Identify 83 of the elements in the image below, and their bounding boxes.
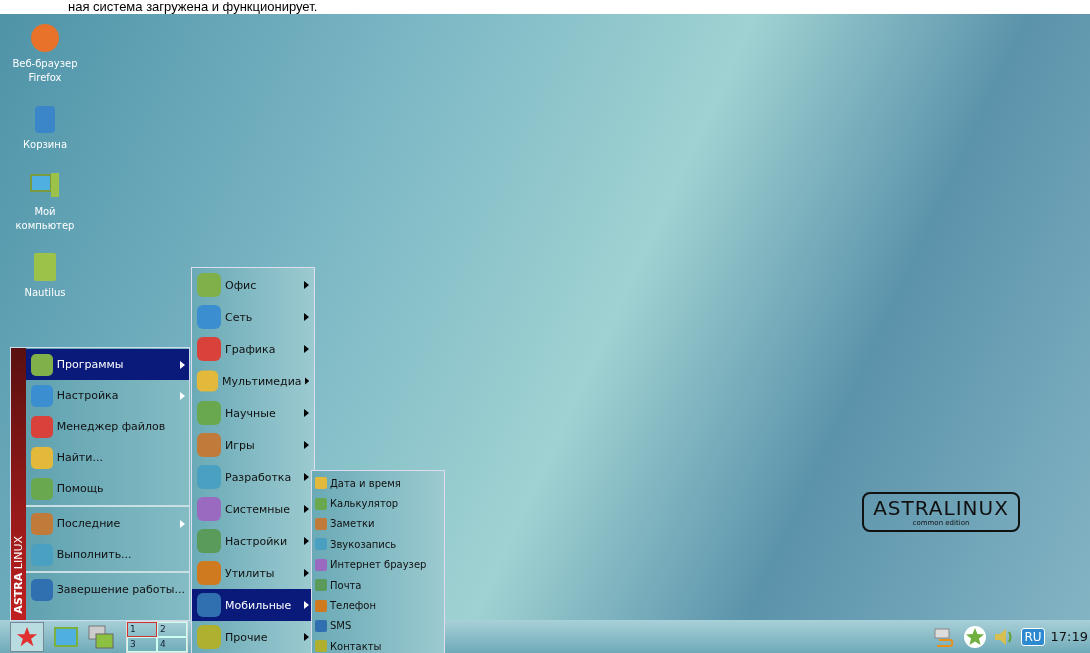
- menu-item[interactable]: Калькулятор: [315, 493, 441, 514]
- submenu-arrow-icon: [304, 345, 309, 353]
- app-icon: [315, 497, 327, 510]
- app-icon: [196, 304, 222, 330]
- windows-icon[interactable]: [88, 624, 114, 649]
- menu-item[interactable]: Найти...: [25, 442, 189, 473]
- submenu-arrow-icon: [304, 569, 309, 577]
- menu-item[interactable]: Игры: [192, 429, 314, 461]
- app-icon: [196, 464, 222, 490]
- brand-stripe: ASTRA LINUX: [11, 348, 26, 620]
- app-icon: [196, 272, 222, 298]
- submenu-arrow-icon: [304, 633, 309, 641]
- app-icon: [315, 599, 327, 612]
- menu-item[interactable]: Последние: [25, 508, 189, 539]
- app-icon: [196, 528, 222, 554]
- desktop-app-icon[interactable]: [29, 22, 61, 54]
- app-icon: [196, 336, 222, 362]
- app-icon: [196, 560, 222, 586]
- menu-item[interactable]: Интернет браузер: [315, 554, 441, 575]
- menu-item[interactable]: Офис: [192, 269, 314, 301]
- keyboard-layout-indicator[interactable]: RU: [1021, 627, 1045, 646]
- menu-item[interactable]: Утилиты: [192, 557, 314, 589]
- menu-item[interactable]: Заметки: [315, 513, 441, 535]
- app-icon: [29, 577, 54, 602]
- menu-item[interactable]: Выполнить...: [25, 539, 189, 570]
- menu-item[interactable]: Настройки: [192, 525, 314, 557]
- app-icon: [29, 542, 54, 567]
- submenu-arrow-icon: [304, 313, 309, 321]
- desktop-icon[interactable]: [54, 625, 78, 648]
- menu-item[interactable]: Мультимедиа: [192, 365, 314, 397]
- app-icon: [315, 558, 327, 571]
- submenu-arrow-icon: [304, 537, 309, 545]
- app-icon: [196, 432, 222, 458]
- menu-item[interactable]: Помощь: [25, 473, 189, 504]
- menu-item[interactable]: Прочие: [192, 621, 314, 653]
- workspace-cell[interactable]: 3: [127, 636, 157, 652]
- app-icon: [315, 619, 327, 632]
- menu-item[interactable]: Научные: [192, 397, 314, 429]
- clock[interactable]: 17:19: [1050, 629, 1088, 644]
- menu-item[interactable]: Графика: [192, 333, 314, 365]
- menu-item[interactable]: Контакты: [315, 636, 441, 653]
- app-icon: [29, 352, 54, 377]
- app-icon: [315, 538, 327, 551]
- menu-item[interactable]: Мобильные: [192, 589, 314, 621]
- submenu-arrow-icon: [304, 441, 309, 449]
- menu-item[interactable]: Менеджер файлов: [25, 411, 189, 442]
- app-icon: [29, 511, 54, 536]
- app-icon: [29, 414, 54, 439]
- start-button[interactable]: [10, 621, 44, 652]
- menu-item[interactable]: Дата и время: [315, 473, 441, 494]
- workspace-cell[interactable]: 2: [157, 621, 187, 637]
- workspace-cell[interactable]: 1: [127, 621, 157, 637]
- menu-item[interactable]: SMS: [315, 615, 441, 637]
- app-icon: [29, 476, 54, 501]
- app-icon: [315, 517, 327, 530]
- app-icon: [315, 640, 327, 653]
- app-icon: [196, 368, 219, 394]
- workspace-cell[interactable]: 4: [157, 636, 187, 652]
- submenu-arrow-icon: [304, 601, 309, 609]
- app-icon: [196, 624, 222, 650]
- menu-item[interactable]: Разработка: [192, 461, 314, 493]
- menu-item[interactable]: Звукозапись: [315, 534, 441, 555]
- app-icon: [196, 592, 222, 618]
- app-icon: [315, 579, 327, 592]
- menu-item[interactable]: Телефон: [315, 595, 441, 616]
- star-icon: [16, 625, 38, 648]
- submenu-arrow-icon: [304, 281, 309, 289]
- submenu-arrow-icon: [304, 473, 309, 481]
- submenu-arrow-icon: [304, 377, 309, 385]
- update-icon[interactable]: [963, 624, 988, 649]
- menu-item[interactable]: Программы: [25, 349, 189, 380]
- menu-item[interactable]: Настройка: [25, 380, 189, 411]
- app-icon: [196, 496, 222, 522]
- submenu-arrow-icon: [304, 505, 309, 513]
- menu-item[interactable]: Почта: [315, 574, 441, 596]
- app-icon: [315, 477, 327, 490]
- app-icon: [196, 400, 222, 426]
- app-icon: [29, 445, 54, 470]
- menu-item[interactable]: Системные: [192, 493, 314, 525]
- menu-item[interactable]: Сеть: [192, 301, 314, 333]
- app-icon: [29, 383, 54, 408]
- menu-item[interactable]: Завершение работы...: [25, 574, 189, 605]
- submenu-arrow-icon: [304, 409, 309, 417]
